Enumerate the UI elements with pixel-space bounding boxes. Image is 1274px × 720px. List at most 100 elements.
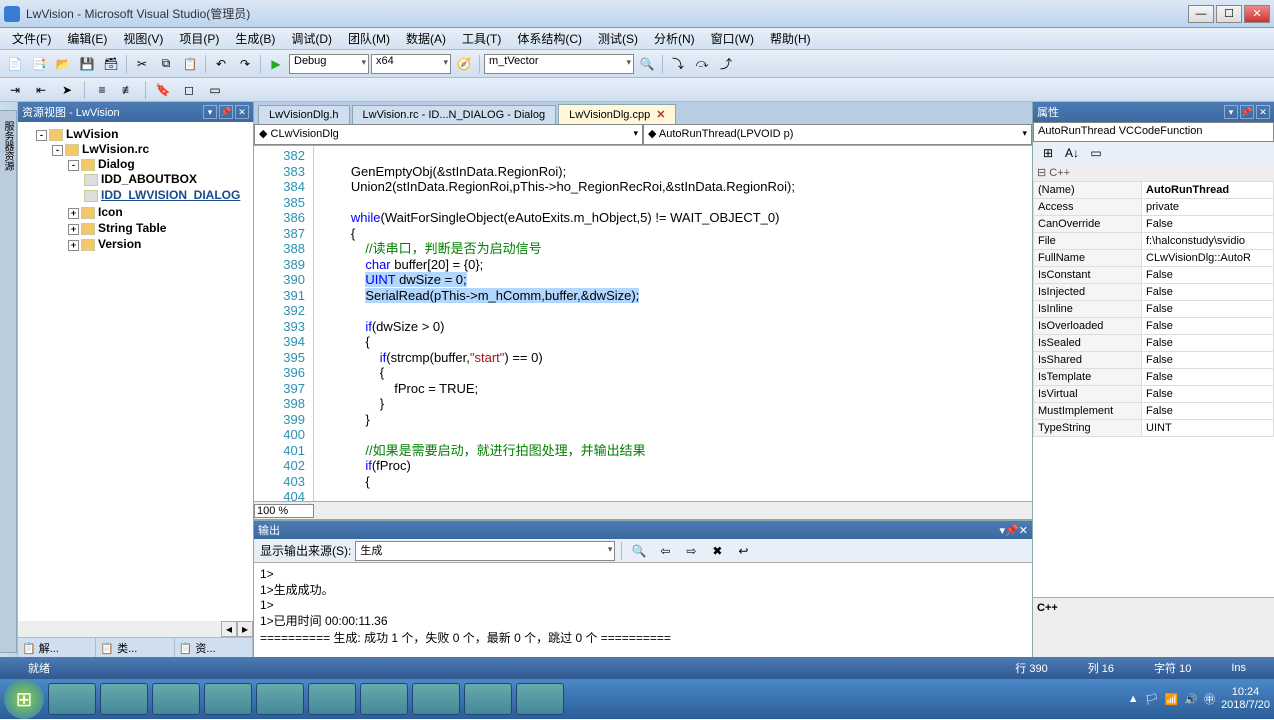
start-debug-button[interactable]: ▶ <box>265 53 287 75</box>
tray-clock[interactable]: 10:242018/7/20 <box>1221 686 1270 712</box>
props-dropdown-icon[interactable]: ▾ <box>1224 105 1238 119</box>
menu-item[interactable]: 文件(F) <box>4 28 59 49</box>
open-icon[interactable]: 📂 <box>52 53 74 75</box>
task-wmp[interactable] <box>100 683 148 715</box>
props-subject-combo[interactable]: AutoRunThread VCCodeFunction <box>1033 122 1274 142</box>
hscroll-left[interactable]: ◂ <box>221 621 237 637</box>
undo-icon[interactable]: ↶ <box>210 53 232 75</box>
hscroll-right[interactable]: ▸ <box>237 621 253 637</box>
code-content[interactable]: GenEmptyObj(&stInData.RegionRoi); Union2… <box>314 146 1032 519</box>
output-body[interactable]: 1>1>生成成功。1>1>已用时间 00:00:11.36========== … <box>254 563 1032 657</box>
document-tab[interactable]: LwVision.rc - ID...N_DIALOG - Dialog <box>352 105 557 124</box>
maximize-button[interactable]: ☐ <box>1216 5 1242 23</box>
bookmark-icon[interactable]: 🔖 <box>152 79 174 101</box>
platform-combo[interactable]: x64 <box>371 54 451 74</box>
solution-node[interactable]: -LwVision -LwVision.rc -DialogIDD_ABOUTB… <box>36 126 251 254</box>
find-combo[interactable]: m_tVector <box>484 54 634 74</box>
menu-item[interactable]: 项目(P) <box>171 28 227 49</box>
tree-folder[interactable]: +String Table <box>68 220 251 236</box>
tray-sound-icon[interactable]: 🔊 <box>1184 693 1198 706</box>
property-row[interactable]: FullNameCLwVisionDlg::AutoR <box>1034 250 1274 267</box>
tray-ime-icon[interactable]: ㊥ <box>1204 691 1215 707</box>
output-pin-icon[interactable]: 📌 <box>1005 524 1019 537</box>
start-button[interactable]: ⊞ <box>4 679 44 719</box>
foot-tab[interactable]: 📋 解... <box>18 638 96 657</box>
redo-icon[interactable]: ↷ <box>234 53 256 75</box>
props-az-icon[interactable]: A↓ <box>1061 142 1083 164</box>
task-wps[interactable] <box>204 683 252 715</box>
pane-close-icon[interactable]: ✕ <box>235 105 249 119</box>
save-all-icon[interactable]: 🗃 <box>100 53 122 75</box>
paste-icon[interactable]: 📋 <box>179 53 201 75</box>
menu-item[interactable]: 团队(M) <box>340 28 398 49</box>
property-row[interactable]: MustImplementFalse <box>1034 403 1274 420</box>
step-over-icon[interactable]: ⤼ <box>691 53 713 75</box>
tree-item[interactable]: IDD_ABOUTBOX <box>84 171 251 187</box>
tray-network-icon[interactable]: 📶 <box>1165 693 1179 706</box>
new-project-icon[interactable]: 📄 <box>4 53 26 75</box>
menu-item[interactable]: 帮助(H) <box>762 28 819 49</box>
task-explorer[interactable] <box>152 683 200 715</box>
tray-action-icon[interactable]: 🏳 <box>1145 693 1159 706</box>
menu-item[interactable]: 分析(N) <box>646 28 703 49</box>
menu-item[interactable]: 窗口(W) <box>703 28 762 49</box>
task-paint[interactable] <box>412 683 460 715</box>
rc-node[interactable]: -LwVision.rc -DialogIDD_ABOUTBOXIDD_LWVI… <box>52 141 251 253</box>
menu-item[interactable]: 视图(V) <box>115 28 171 49</box>
launch-icon[interactable]: 🧭 <box>453 53 475 75</box>
foot-tab[interactable]: 📋 资... <box>175 638 253 657</box>
save-icon[interactable]: 💾 <box>76 53 98 75</box>
props-pin-icon[interactable]: 📌 <box>1240 105 1254 119</box>
copy-icon[interactable]: ⧉ <box>155 53 177 75</box>
menu-item[interactable]: 调试(D) <box>283 28 340 49</box>
tree-folder[interactable]: +Icon <box>68 204 251 220</box>
property-row[interactable]: Accessprivate <box>1034 199 1274 216</box>
menu-item[interactable]: 数据(A) <box>398 28 454 49</box>
menu-item[interactable]: 生成(B) <box>227 28 283 49</box>
props-category-icon[interactable]: ⊞ <box>1037 142 1059 164</box>
document-tab[interactable]: LwVisionDlg.h <box>258 105 350 124</box>
property-row[interactable]: IsOverloadedFalse <box>1034 318 1274 335</box>
property-row[interactable]: IsConstantFalse <box>1034 267 1274 284</box>
property-row[interactable]: TypeStringUINT <box>1034 420 1274 437</box>
close-button[interactable]: ✕ <box>1244 5 1270 23</box>
add-item-icon[interactable]: 📑 <box>28 53 50 75</box>
property-row[interactable]: CanOverrideFalse <box>1034 216 1274 233</box>
outdent-icon[interactable]: ⇤ <box>30 79 52 101</box>
zoom-combo[interactable]: 100 % <box>254 504 314 518</box>
config-combo[interactable]: Debug <box>289 54 369 74</box>
window-icon[interactable]: ▭ <box>204 79 226 101</box>
output-clear-icon[interactable]: ✖ <box>706 540 728 562</box>
task-ie[interactable] <box>48 683 96 715</box>
output-source-combo[interactable]: 生成 <box>355 541 615 561</box>
cut-icon[interactable]: ✂ <box>131 53 153 75</box>
property-row[interactable]: IsVirtualFalse <box>1034 386 1274 403</box>
foot-tab[interactable]: 📋 类... <box>96 638 174 657</box>
find-icon[interactable]: 🔍 <box>636 53 658 75</box>
output-find-icon[interactable]: 🔍 <box>628 540 650 562</box>
menu-item[interactable]: 测试(S) <box>590 28 646 49</box>
property-row[interactable]: Filef:\halconstudy\svidio <box>1034 233 1274 250</box>
step-out-icon[interactable]: ⤴ <box>715 53 737 75</box>
output-close-icon[interactable]: ✕ <box>1019 524 1028 537</box>
menu-item[interactable]: 工具(T) <box>454 28 509 49</box>
task-vs[interactable] <box>308 683 356 715</box>
resource-tree[interactable]: -LwVision -LwVision.rc -DialogIDD_ABOUTB… <box>18 122 253 621</box>
tree-item[interactable]: IDD_LWVISION_DIALOG <box>84 187 251 203</box>
tray-flag-icon[interactable]: ▲ <box>1128 693 1139 705</box>
code-editor[interactable]: 3823833843853863873883893903913923933943… <box>254 146 1032 519</box>
tree-folder[interactable]: +Version <box>68 236 251 252</box>
comment-icon[interactable]: ≡ <box>91 79 113 101</box>
class-combo[interactable]: ◆ CLwVisionDlg <box>254 124 643 145</box>
menu-item[interactable]: 编辑(E) <box>59 28 115 49</box>
output-prev-icon[interactable]: ⇦ <box>654 540 676 562</box>
props-pages-icon[interactable]: ▭ <box>1085 142 1107 164</box>
task-app1[interactable] <box>464 683 512 715</box>
cursor-icon[interactable]: ➤ <box>56 79 78 101</box>
properties-grid[interactable]: ⊟ C++ (Name)AutoRunThreadAccessprivateCa… <box>1033 164 1274 597</box>
toggle-icon[interactable]: ◻ <box>178 79 200 101</box>
output-next-icon[interactable]: ⇨ <box>680 540 702 562</box>
step-into-icon[interactable]: ⤵ <box>667 53 689 75</box>
property-row[interactable]: IsSealedFalse <box>1034 335 1274 352</box>
server-explorer-tab[interactable]: 服务器资源 <box>0 110 17 653</box>
